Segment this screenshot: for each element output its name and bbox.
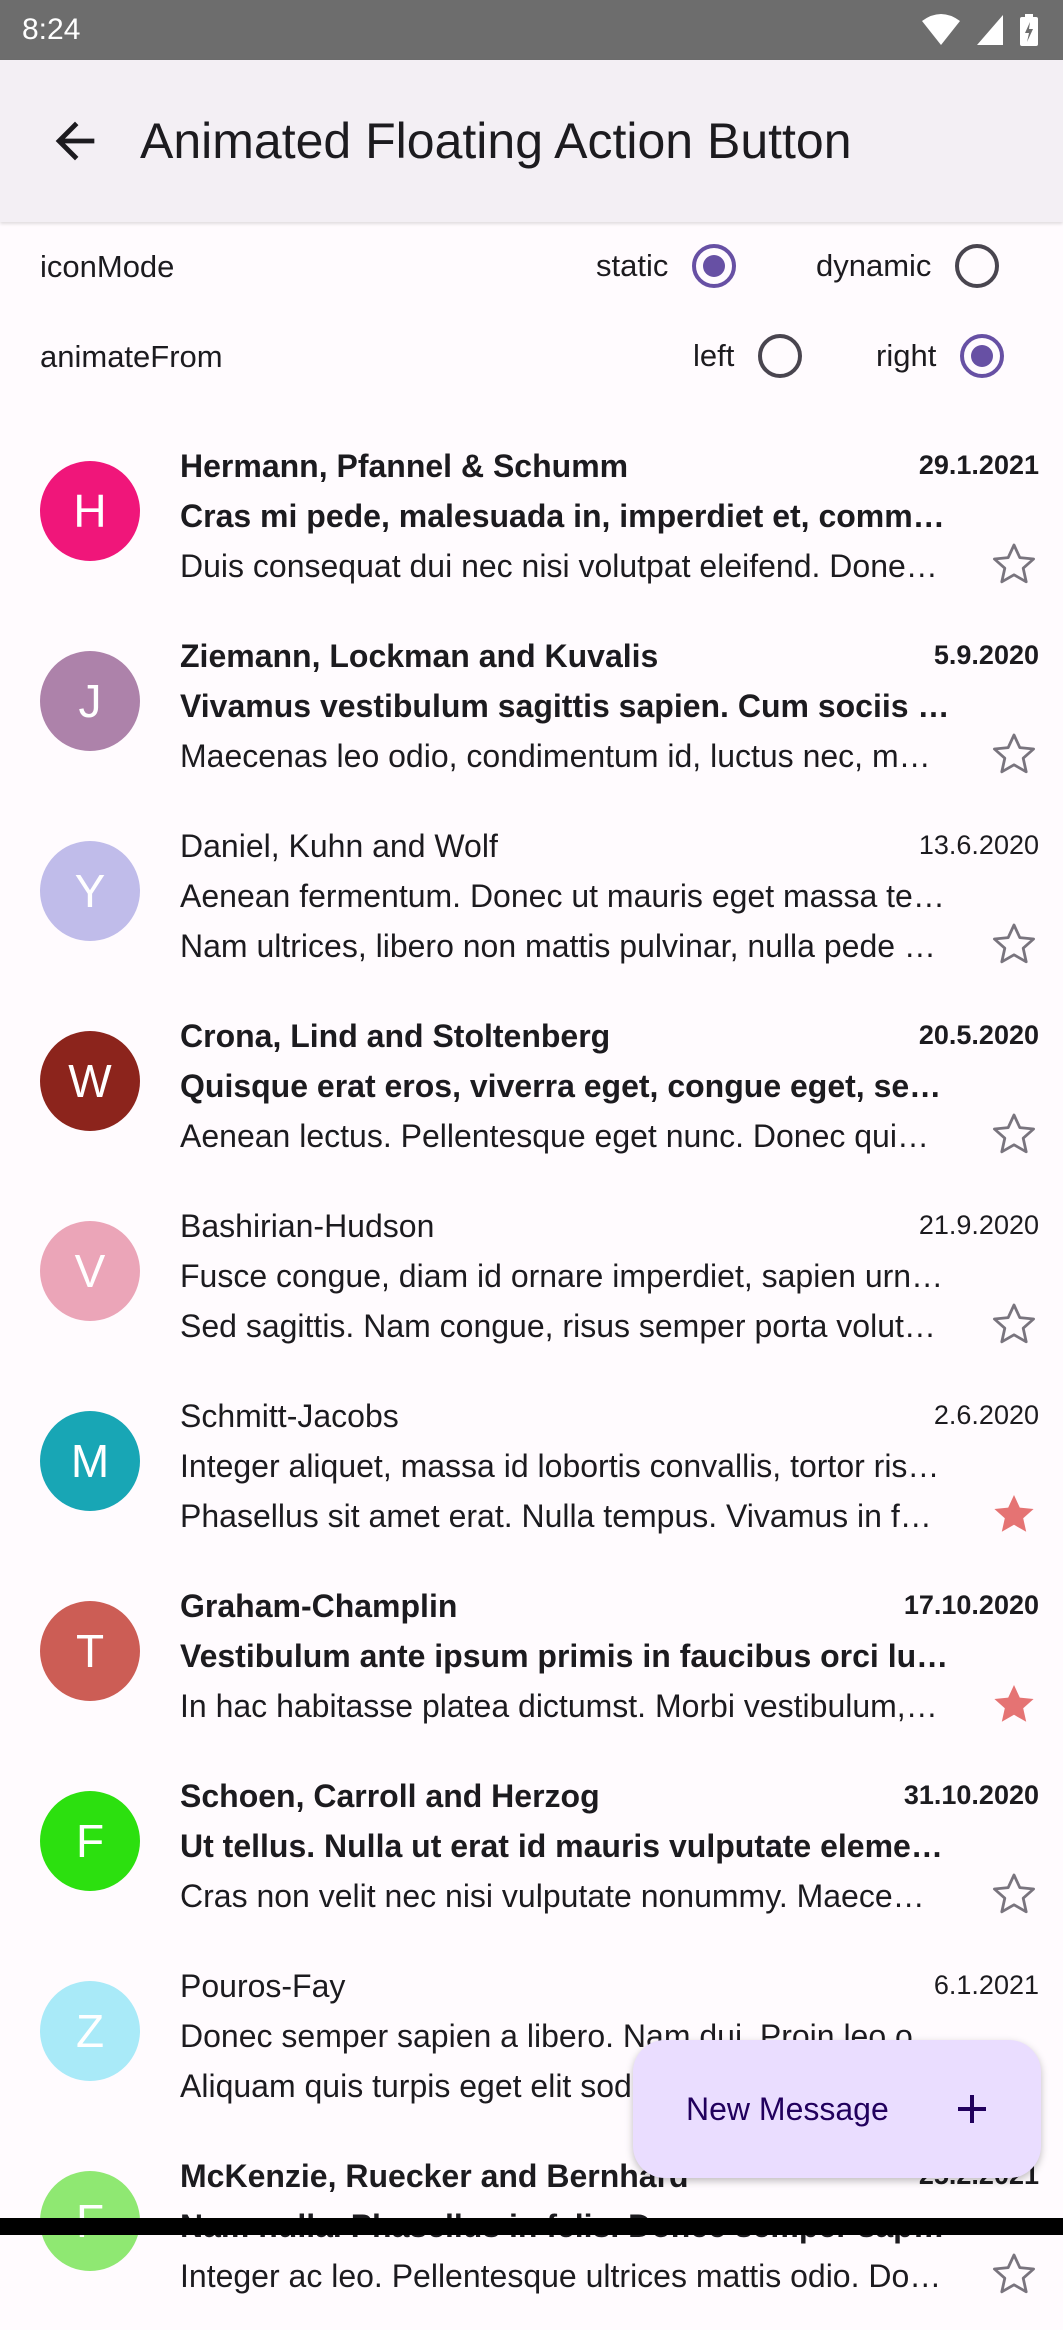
star-icon[interactable] <box>990 1110 1038 1158</box>
star-icon[interactable] <box>990 1490 1038 1538</box>
icon-mode-dynamic-option[interactable]: dynamic <box>816 236 1000 296</box>
avatar: H <box>40 461 140 561</box>
message-subject: Vivamus vestibulum sagittis sapien. Cum … <box>180 688 952 724</box>
message-item[interactable]: Y Daniel, Kuhn and Wolf 13.6.2020 Aenean… <box>0 810 1063 1000</box>
message-item[interactable]: V Bashirian-Hudson 21.9.2020 Fusce congu… <box>0 1190 1063 1380</box>
radio-static[interactable] <box>692 244 737 288</box>
avatar: Y <box>40 841 140 941</box>
message-date: 20.5.2020 <box>918 1020 1039 1050</box>
message-snippet: Duis consequat dui nec nisi volutpat ele… <box>180 548 942 584</box>
message-snippet: Sed sagittis. Nam congue, risus semper p… <box>180 1308 942 1344</box>
page-title: Animated Floating Action Button <box>140 113 852 169</box>
message-snippet: In hac habitasse platea dictumst. Morbi … <box>180 1688 942 1724</box>
message-subject: Integer aliquet, massa id lobortis conva… <box>180 1448 952 1484</box>
message-sender: Schmitt-Jacobs <box>180 1398 399 1434</box>
message-date: 17.10.2020 <box>903 1590 1039 1620</box>
message-item[interactable]: J Ziemann, Lockman and Kuvalis 5.9.2020 … <box>0 620 1063 810</box>
message-item[interactable]: F Schoen, Carroll and Herzog 31.10.2020 … <box>0 1760 1063 1950</box>
message-subject: Ut tellus. Nulla ut erat id mauris vulpu… <box>180 1828 952 1864</box>
top-app-bar: Animated Floating Action Button <box>0 60 1063 222</box>
battery-icon <box>1020 14 1038 46</box>
message-item[interactable]: W Crona, Lind and Stoltenberg 20.5.2020 … <box>0 1000 1063 1190</box>
star-icon[interactable] <box>990 1300 1038 1348</box>
icon-mode-static-option[interactable]: static <box>596 236 737 296</box>
animate-from-row: animateFrom left right <box>0 326 1063 386</box>
message-sender: Graham-Champlin <box>180 1588 458 1624</box>
avatar: J <box>40 651 140 751</box>
avatar: F <box>40 1791 140 1891</box>
star-icon[interactable] <box>990 2250 1038 2298</box>
status-bar: 8:24 <box>0 0 1063 60</box>
message-sender: Schoen, Carroll and Herzog <box>180 1778 600 1814</box>
message-snippet: Phasellus sit amet erat. Nulla tempus. V… <box>180 1498 942 1534</box>
message-subject: Vestibulum ante ipsum primis in faucibus… <box>180 1638 952 1674</box>
message-subject: Quisque erat eros, viverra eget, congue … <box>180 1068 952 1104</box>
message-date: 29.1.2021 <box>918 450 1039 480</box>
new-message-fab[interactable]: New Message <box>633 2040 1041 2178</box>
message-subject: Aenean fermentum. Donec ut mauris eget m… <box>180 878 952 914</box>
message-sender: Ziemann, Lockman and Kuvalis <box>180 638 659 674</box>
avatar: T <box>40 1601 140 1701</box>
message-date: 2.6.2020 <box>933 1400 1039 1430</box>
star-icon[interactable] <box>990 1870 1038 1918</box>
message-sender: Bashirian-Hudson <box>180 1208 435 1244</box>
status-icons <box>921 12 1039 48</box>
message-snippet: Nam ultrices, libero non mattis pulvinar… <box>180 928 942 964</box>
message-sender: Hermann, Pfannel & Schumm <box>180 448 629 484</box>
plus-icon <box>958 2095 986 2123</box>
message-date: 21.9.2020 <box>918 1210 1039 1240</box>
message-item[interactable]: H Hermann, Pfannel & Schumm 29.1.2021 Cr… <box>0 430 1063 620</box>
star-icon[interactable] <box>990 540 1038 588</box>
option-label: right <box>876 338 937 373</box>
message-snippet: Aenean lectus. Pellentesque eget nunc. D… <box>180 1118 942 1154</box>
wifi-icon <box>922 14 960 45</box>
message-item[interactable]: M Schmitt-Jacobs 2.6.2020 Integer alique… <box>0 1380 1063 1570</box>
option-label: static <box>596 248 669 283</box>
animate-from-right-option[interactable]: right <box>876 326 1005 386</box>
star-icon[interactable] <box>990 1680 1038 1728</box>
radio-left[interactable] <box>758 334 803 378</box>
message-item[interactable]: T Graham-Champlin 17.10.2020 Vestibulum … <box>0 1570 1063 1760</box>
message-date: 5.9.2020 <box>933 640 1039 670</box>
status-time: 8:24 <box>22 13 81 46</box>
back-arrow-icon[interactable] <box>46 112 104 170</box>
option-label: dynamic <box>816 248 932 283</box>
animate-from-label: animateFrom <box>40 339 223 374</box>
message-date: 31.10.2020 <box>903 1780 1039 1810</box>
avatar: V <box>40 1221 140 1321</box>
message-subject: Fusce congue, diam id ornare imperdiet, … <box>180 1258 952 1294</box>
message-subject: Cras mi pede, malesuada in, imperdiet et… <box>180 498 952 534</box>
message-sender: Crona, Lind and Stoltenberg <box>180 1018 611 1054</box>
message-sender: Pouros-Fay <box>180 1968 346 2004</box>
radio-right[interactable] <box>960 334 1005 378</box>
option-label: left <box>693 338 735 373</box>
star-icon[interactable] <box>990 730 1038 778</box>
fab-label: New Message <box>686 2091 889 2127</box>
avatar: M <box>40 1411 140 1511</box>
message-snippet: Cras non velit nec nisi vulputate nonumm… <box>180 1878 942 1914</box>
message-snippet: Maecenas leo odio, condimentum id, luctu… <box>180 738 942 774</box>
radio-dynamic[interactable] <box>955 244 1000 288</box>
message-date: 13.6.2020 <box>918 830 1039 860</box>
message-snippet: Integer ac leo. Pellentesque ultrices ma… <box>180 2258 942 2294</box>
system-nav-bar <box>0 2218 1063 2235</box>
icon-mode-label: iconMode <box>40 249 175 284</box>
icon-mode-row: iconMode static dynamic <box>0 236 1063 296</box>
star-icon[interactable] <box>990 920 1038 968</box>
animate-from-left-option[interactable]: left <box>693 326 803 386</box>
avatar: W <box>40 1031 140 1131</box>
message-date: 6.1.2021 <box>933 1970 1039 2000</box>
message-sender: Daniel, Kuhn and Wolf <box>180 828 498 864</box>
avatar: Z <box>40 1981 140 2081</box>
signal-icon <box>977 15 1003 45</box>
